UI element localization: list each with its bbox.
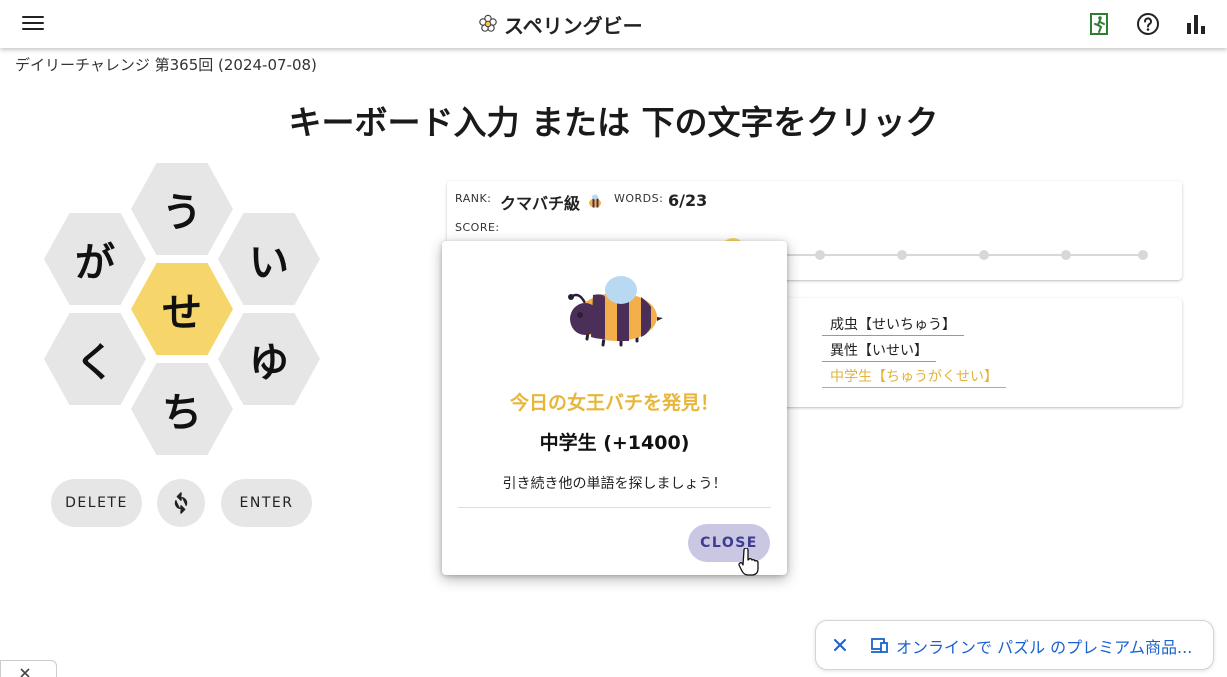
bee-illustration-icon [568,276,663,347]
score-label: SCORE: [455,221,500,234]
score-progress-dot [1138,250,1148,260]
dialog-message: 引き続き他の単語を探しましょう！ [502,476,727,492]
hive-letter-lower-right[interactable]: ゆ [218,313,320,405]
close-icon[interactable] [830,635,850,655]
bee-icon [589,194,601,208]
found-word-highlighted: 中学生【ちゅうがくせい】 [822,366,1006,388]
top-bar: スペリングビー [0,0,1227,48]
instruction-heading: キーボード入力 または 下の文字をクリック [288,103,939,142]
corner-close-tab[interactable] [0,660,57,677]
rank-label: RANK: [455,192,492,205]
flower-icon [479,14,497,32]
hive-letter-lower-left[interactable]: く [44,313,146,405]
queen-bee-dialog: 今日の女王バチを発見！ 中学生 (+1400) 引き続き他の単語を探しましょう！… [442,241,787,576]
delete-button[interactable]: DELETE [51,479,142,527]
daily-challenge-label: デイリーチャレンジ 第365回 (2024-07-08) [15,56,317,74]
rank-value: クマバチ級 [500,194,581,213]
shuffle-button[interactable] [157,479,205,527]
help-icon[interactable] [1136,12,1160,36]
hive-letter-top[interactable]: う [131,163,233,255]
promo-link[interactable]: オンラインで パズル のプレミアム商品... [896,634,1192,658]
found-word: 成虫【せいちゅう】 [822,314,964,336]
hive-letter-bottom[interactable]: ち [131,363,233,455]
words-value: 6/23 [668,191,708,210]
shuffle-icon [174,492,188,514]
app-title: スペリングビー [478,10,643,38]
words-label: WORDS: [614,192,664,205]
hive-letter-upper-right[interactable]: い [218,213,320,305]
score-progress-dot [979,250,989,260]
score-progress-dot [1061,250,1071,260]
enter-button[interactable]: ENTER [221,479,312,527]
score-progress-dot [815,250,825,260]
hive-letter-center[interactable]: せ [131,263,233,355]
hand-cursor-icon [738,548,759,576]
app-title-text: スペリングビー [504,13,643,38]
promo-banner: オンラインで パズル のプレミアム商品... [815,620,1214,670]
dialog-divider [458,507,771,508]
exit-icon[interactable] [1088,12,1112,36]
score-progress-track [730,254,1143,256]
devices-icon [871,638,888,653]
score-progress-dot [897,250,907,260]
stats-icon[interactable] [1184,12,1208,36]
dialog-word: 中学生 (+1400) [539,432,690,454]
found-word: 異性【いせい】 [822,340,936,362]
hive-letter-upper-left[interactable]: が [44,213,146,305]
close-icon [20,668,30,677]
menu-icon[interactable] [22,13,44,35]
dialog-title: 今日の女王バチを発見！ [509,392,719,414]
